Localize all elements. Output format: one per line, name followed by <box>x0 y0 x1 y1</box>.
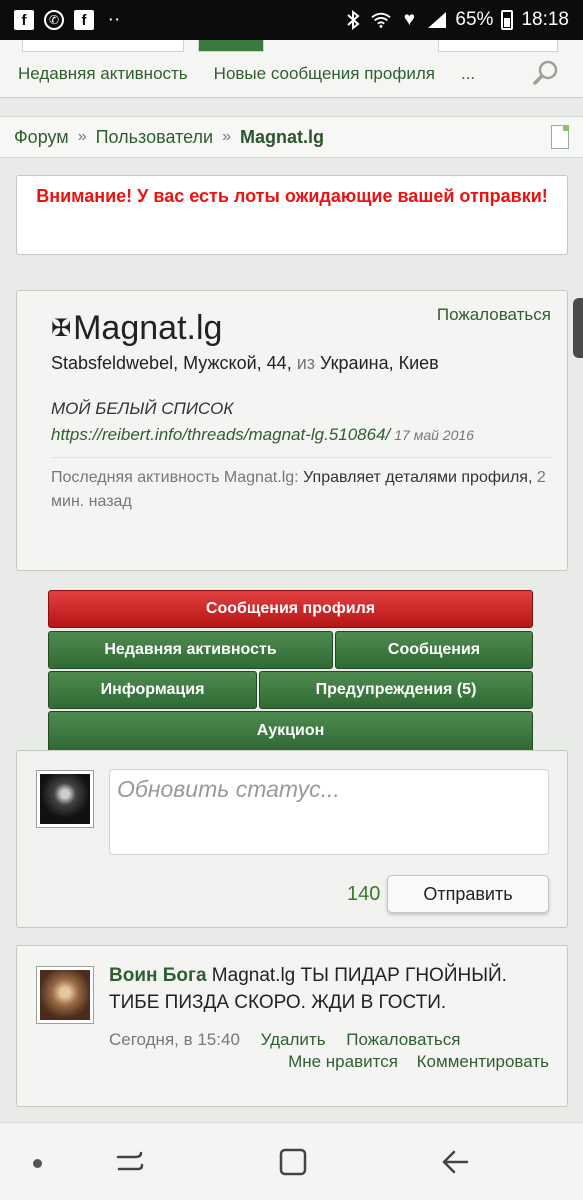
tab-auction[interactable]: Аукцион <box>48 711 533 751</box>
edge-panel-handle[interactable] <box>573 298 583 358</box>
avatar-image <box>40 774 90 824</box>
system-navigation-bar <box>0 1122 583 1200</box>
post-actions: Мне нравится Комментировать <box>274 1052 549 1072</box>
profile-post: Воин Бога Magnat.lg ТЫ ПИДАР ГНОЙНЫЙ. ТИ… <box>16 945 568 1107</box>
nav-dot-icon[interactable] <box>33 1159 42 1168</box>
report-link[interactable]: Пожаловаться <box>437 305 551 325</box>
last-activity-label: Последняя активность Magnat.lg: <box>51 469 299 486</box>
comment-link[interactable]: Комментировать <box>417 1052 549 1071</box>
clock: 18:18 <box>521 9 569 30</box>
nav-link-more[interactable]: ... <box>461 64 475 84</box>
home-icon[interactable] <box>278 1147 308 1177</box>
nav-tab[interactable] <box>438 40 558 52</box>
nav-tab[interactable] <box>22 40 184 52</box>
battery-icon <box>501 10 514 30</box>
status-bar: f ✆ f ·· ♥ 65% 18:18 <box>0 0 583 40</box>
nav-link-new-profile-posts[interactable]: Новые сообщения профиля <box>214 64 435 84</box>
nav-tab-active[interactable] <box>198 40 264 52</box>
divider <box>51 457 551 458</box>
character-counter: 140 <box>347 883 381 905</box>
breadcrumb-separator: » <box>222 128 231 145</box>
profile-details: Stabsfeldwebel, Мужской, 44, из Украина,… <box>51 353 439 374</box>
status-link[interactable]: https://reibert.info/threads/magnat-lg.5… <box>51 425 390 444</box>
facebook-icon: f <box>74 10 94 30</box>
phone-icon: ✆ <box>44 10 64 30</box>
heart-icon: ♥ <box>403 9 416 30</box>
post-body: Воин Бога Magnat.lg ТЫ ПИДАР ГНОЙНЫЙ. ТИ… <box>109 962 553 1016</box>
post-meta: Сегодня, в 15:40 Удалить Пожаловаться <box>109 1030 460 1050</box>
status-date[interactable]: 17 май 2016 <box>394 427 474 443</box>
iron-cross-icon: ✠ <box>51 315 72 342</box>
breadcrumb-forum[interactable]: Форум <box>14 127 69 148</box>
send-button[interactable]: Отправить <box>387 875 549 913</box>
breadcrumb-current[interactable]: Magnat.lg <box>240 127 324 148</box>
top-navigation: Недавняя активность Новые сообщения проф… <box>0 40 583 98</box>
breadcrumb: Форум » Пользователи » Magnat.lg <box>0 116 583 158</box>
avatar[interactable] <box>36 966 94 1024</box>
status-link-line: https://reibert.info/threads/magnat-lg.5… <box>51 425 474 445</box>
breadcrumb-users[interactable]: Пользователи <box>96 127 213 148</box>
profile-from-label: из <box>296 353 316 373</box>
profile-name: ✠ Magnat.lg <box>51 309 222 348</box>
tab-warnings[interactable]: Предупреждения (5) <box>259 671 533 709</box>
back-icon[interactable] <box>440 1147 470 1177</box>
profile-card: Пожаловаться ✠ Magnat.lg Stabsfeldwebel,… <box>16 290 568 571</box>
alert-banner[interactable]: Внимание! У вас есть лоты ожидающие ваше… <box>16 175 568 255</box>
post-author[interactable]: Воин Бога <box>109 965 207 986</box>
more-notifications-icon: ·· <box>107 9 121 30</box>
post-report-link[interactable]: Пожаловаться <box>346 1030 460 1049</box>
like-link[interactable]: Мне нравится <box>288 1052 398 1071</box>
username: Magnat.lg <box>73 309 223 347</box>
last-activity-text: Управляет деталями профиля, <box>303 469 533 486</box>
bluetooth-icon <box>343 10 363 30</box>
profile-location[interactable]: Украина, Киев <box>320 353 439 373</box>
profile-rank-gender-age: Stabsfeldwebel, Мужской, 44, <box>51 353 292 373</box>
avatar-image <box>40 970 90 1020</box>
tab-recent-activity[interactable]: Недавняя активность <box>48 631 333 669</box>
breadcrumb-separator: » <box>77 128 87 145</box>
tab-messages[interactable]: Сообщения <box>335 631 533 669</box>
status-title: МОЙ БЕЛЫЙ СПИСОК <box>51 399 234 418</box>
delete-link[interactable]: Удалить <box>261 1030 326 1049</box>
status-input[interactable] <box>109 769 549 855</box>
search-icon[interactable] <box>533 60 559 86</box>
signal-icon <box>427 10 447 30</box>
tab-profile-posts[interactable]: Сообщения профиля <box>48 590 533 628</box>
tab-information[interactable]: Информация <box>48 671 257 709</box>
post-time[interactable]: Сегодня, в 15:40 <box>109 1030 240 1049</box>
last-activity: Последняя активность Magnat.lg: Управляе… <box>51 466 547 514</box>
facebook-icon: f <box>14 10 34 30</box>
recent-apps-icon[interactable] <box>115 1147 145 1177</box>
battery-percent: 65% <box>455 9 494 30</box>
wifi-icon <box>371 10 392 30</box>
status-update-box: 140 Отправить <box>16 750 568 928</box>
nav-tabs-strip <box>0 40 583 52</box>
nav-link-recent-activity[interactable]: Недавняя активность <box>18 64 188 84</box>
page-icon[interactable] <box>551 125 569 149</box>
avatar[interactable] <box>36 770 94 828</box>
